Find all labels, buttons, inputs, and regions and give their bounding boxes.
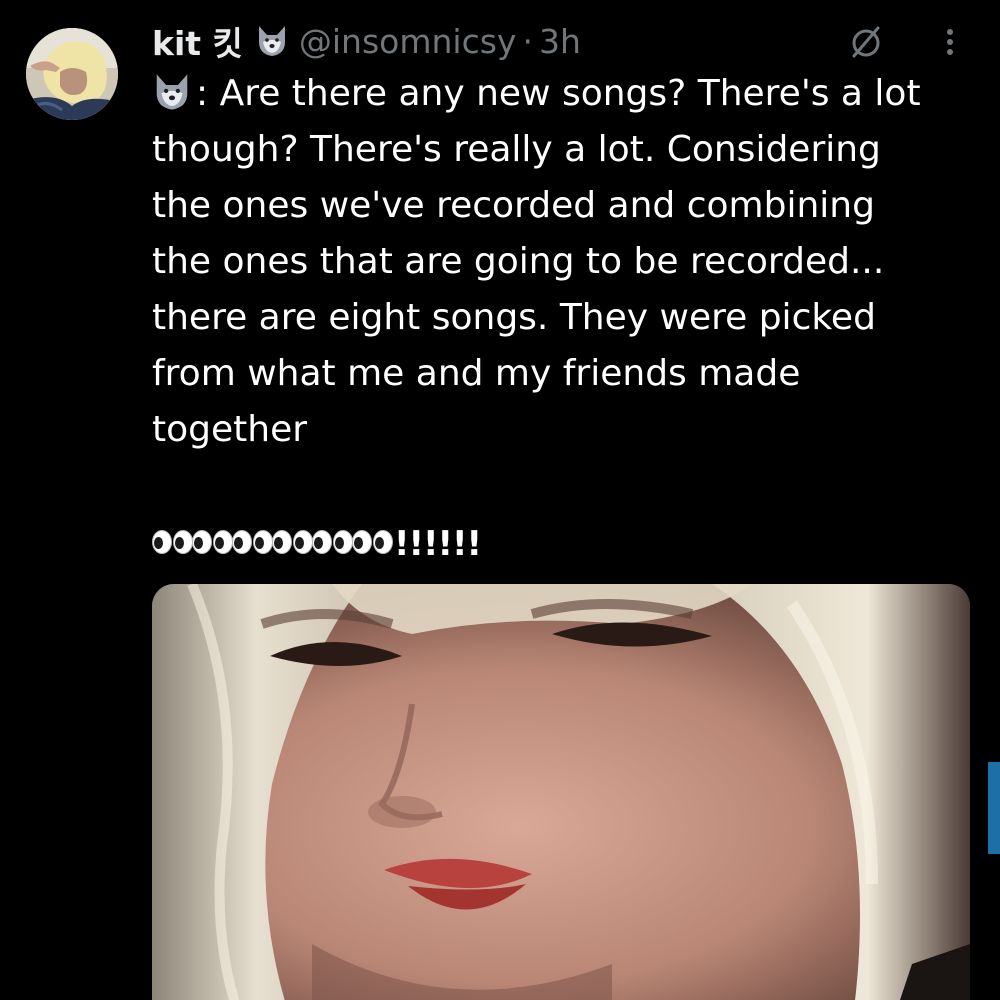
tweet-photo[interactable]	[152, 584, 970, 1000]
eyes-emoji-line: !!!!!!	[152, 522, 482, 566]
tweet-text-line-5: there are eight songs. They were picked	[152, 297, 876, 338]
eyes-icon	[272, 529, 314, 555]
tweet-text-line-3: the ones we've recorded and combining	[152, 185, 875, 226]
user-handle[interactable]: @insomnicsy	[299, 22, 517, 61]
eyes-icon	[232, 529, 274, 555]
wolf-face-icon	[255, 24, 289, 58]
tweet-text-line-2: though? There's really a lot. Considerin…	[152, 129, 881, 170]
display-name[interactable]: kit 킷	[152, 17, 243, 65]
photo-image	[152, 584, 970, 1000]
wolf-face-icon	[152, 72, 194, 112]
tweet-text-line-1: : Are there any new songs? There's a lot	[152, 66, 977, 122]
eyes-icon	[352, 529, 394, 555]
eyes-emoji-group	[152, 529, 394, 559]
tweet-text-line-6: from what me and my friends made	[152, 353, 801, 394]
tweet-text: : Are there any new songs? There's a lot…	[152, 66, 977, 458]
exclamation-marks: !!!!!!	[394, 524, 482, 564]
tweet-text-line-7: together	[152, 409, 308, 450]
grok-icon[interactable]	[846, 22, 886, 62]
tweet-header: kit 킷 @insomnicsy · 3h	[152, 18, 581, 64]
tweet-text-line-4: the ones that are going to be recorded..…	[152, 241, 885, 282]
side-scroll-indicator	[988, 762, 1000, 854]
avatar-image	[26, 28, 118, 120]
tweet-text-segment: : Are there any new songs? There's a lot	[196, 73, 921, 114]
separator-dot: ·	[522, 21, 533, 61]
eyes-icon	[312, 529, 354, 555]
eyes-icon	[152, 529, 194, 555]
more-options-icon[interactable]	[936, 24, 964, 60]
avatar[interactable]	[26, 28, 118, 120]
timestamp[interactable]: 3h	[539, 22, 581, 61]
eyes-icon	[192, 529, 234, 555]
tweet[interactable]: kit 킷 @insomnicsy · 3h: Are there any n…	[0, 0, 1000, 1000]
